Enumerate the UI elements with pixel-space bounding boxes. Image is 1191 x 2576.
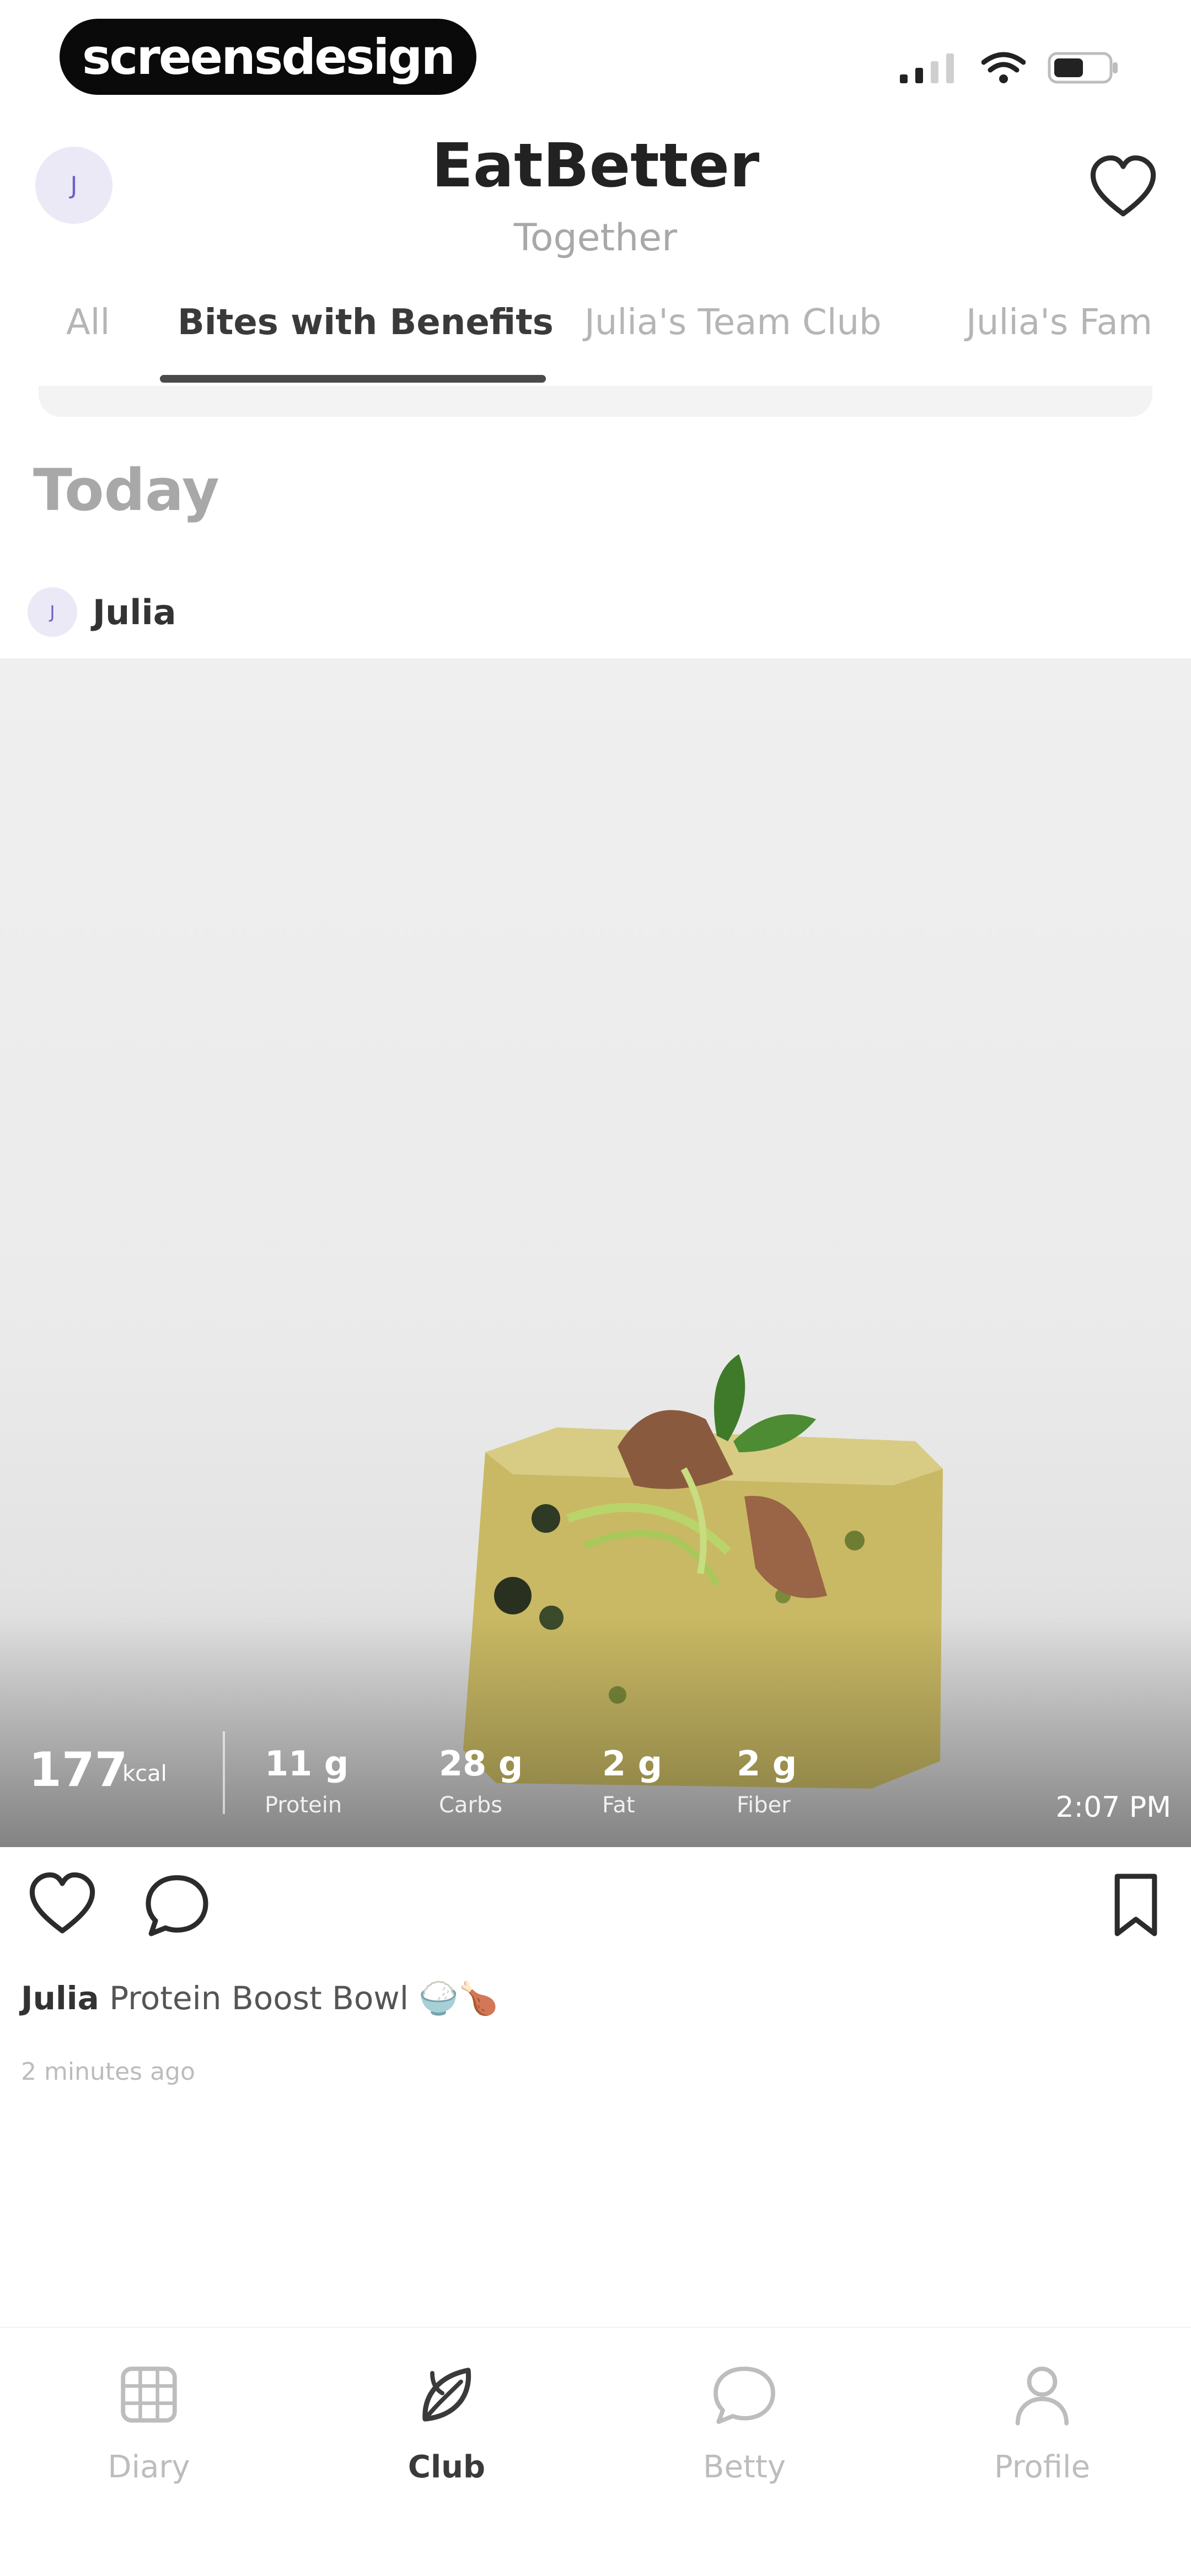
macro-label: Fiber [737, 1793, 791, 1818]
heart-icon[interactable] [1087, 152, 1159, 224]
macro-label: Fat [602, 1793, 635, 1818]
chat-bubble-icon [713, 2366, 775, 2424]
screensdesign-badge: screensdesign [60, 19, 476, 95]
club-tabs: All Bites with Benefits Julia's Team Clu… [0, 302, 1191, 385]
nav-club[interactable]: Club [364, 2359, 529, 2485]
post-caption: Julia Protein Boost Bowl 🍚🍗 [21, 1979, 498, 2017]
macro-carbs: 28 g Carbs [439, 1743, 523, 1818]
macro-label: Protein [265, 1793, 342, 1818]
meal-photo[interactable] [0, 658, 1191, 1847]
tab-strip-divider [39, 386, 1152, 417]
macro-fat: 2 g Fat [602, 1743, 662, 1818]
caption-text: Protein Boost Bowl 🍚🍗 [109, 1979, 498, 2017]
nav-label-profile: Profile [994, 2449, 1091, 2485]
nav-label-club: Club [407, 2449, 486, 2485]
comment-bubble-icon[interactable] [141, 1869, 213, 1941]
post-timestamp: 2 minutes ago [21, 2058, 195, 2086]
section-title: Today [33, 457, 219, 524]
like-heart-icon[interactable] [26, 1869, 98, 1941]
macro-label: Carbs [439, 1793, 503, 1818]
nav-diary[interactable]: Diary [66, 2359, 232, 2485]
macro-value: 2 g [602, 1743, 663, 1784]
active-tab-indicator [160, 375, 546, 383]
kcal-value: 177 [29, 1742, 128, 1797]
nutrition-overlay: 177 kcal 11 g Protein 28 g Carbs 2 g Fat… [0, 1731, 1191, 1842]
person-icon [1015, 2366, 1069, 2425]
post-author-row[interactable]: J Julia [28, 584, 176, 640]
kcal-unit: kcal [122, 1761, 167, 1786]
macro-value: 2 g [737, 1743, 797, 1784]
nav-betty[interactable]: Betty [662, 2359, 827, 2485]
nav-label-betty: Betty [703, 2449, 786, 2485]
app-title: EatBetter [431, 130, 760, 201]
tab-julias-team-club[interactable]: Julia's Team Club [584, 302, 882, 343]
tab-bites-with-benefits[interactable]: Bites with Benefits [178, 302, 554, 343]
grid-icon [121, 2366, 177, 2423]
wifi-icon [981, 52, 1026, 83]
tab-all[interactable]: All [66, 302, 110, 343]
post-time: 2:07 PM [1055, 1791, 1171, 1824]
author-name[interactable]: Julia [93, 592, 176, 632]
nav-profile[interactable]: Profile [959, 2359, 1125, 2485]
macro-fiber: 2 g Fiber [737, 1743, 797, 1818]
nav-label-diary: Diary [108, 2449, 190, 2485]
macro-protein: 11 g Protein [265, 1743, 348, 1818]
caption-author[interactable]: Julia [21, 1979, 99, 2017]
signal-icon [900, 53, 954, 83]
author-avatar-initial: J [50, 602, 55, 622]
badge-text: screensdesign [82, 28, 455, 85]
battery-icon [1048, 52, 1118, 84]
macro-value: 28 g [439, 1743, 523, 1784]
macro-value: 11 g [265, 1743, 349, 1784]
status-icons [899, 49, 1119, 87]
bookmark-icon[interactable] [1100, 1869, 1172, 1941]
leaf-icon [422, 2368, 471, 2422]
bottom-navigation: Diary Club Betty Profile [0, 2327, 1191, 2576]
app-subtitle: Together [513, 216, 678, 260]
nutrition-divider [223, 1731, 225, 1814]
author-avatar[interactable]: J [28, 587, 77, 637]
tab-julias-fam[interactable]: Julia's Fam [966, 302, 1152, 343]
